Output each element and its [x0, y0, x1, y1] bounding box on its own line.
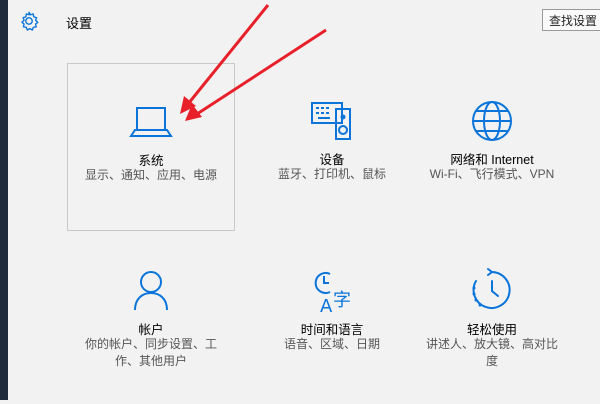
- svg-text:字: 字: [333, 290, 351, 311]
- tile-accounts-desc: 你的帐户、同步设置、工作、其他用户: [84, 337, 217, 368]
- devices-icon: [311, 102, 351, 140]
- tile-system[interactable]: 系统 显示、通知、应用、电源: [67, 63, 235, 231]
- tile-time-language[interactable]: A 字 时间和语言 语音、区域、日期: [248, 236, 416, 404]
- globe-icon: [472, 101, 512, 141]
- page-title: 设置: [66, 16, 93, 31]
- gear-icon: [21, 11, 39, 31]
- time-language-icon: A 字: [314, 272, 351, 314]
- ease-of-access-icon: [472, 268, 511, 309]
- tile-system-desc: 显示、通知、应用、电源: [84, 168, 217, 182]
- settings-header: 设置 查找设置: [8, 0, 600, 44]
- tile-time-language-desc: 语音、区域、日期: [283, 337, 380, 351]
- tile-ease-of-access-desc: 讲述人、放大镜、高对比度: [425, 337, 558, 368]
- person-icon: [134, 271, 168, 311]
- tile-network[interactable]: 网络和 Internet Wi-Fi、飞行模式、VPN: [408, 63, 576, 231]
- tile-devices-desc: 蓝牙、打印机、鼠标: [277, 167, 386, 181]
- tile-network-desc: Wi-Fi、飞行模式、VPN: [429, 167, 555, 181]
- tile-ease-of-access[interactable]: 轻松使用 讲述人、放大镜、高对比度: [408, 236, 576, 404]
- laptop-icon: [129, 107, 173, 137]
- window-left-edge: [0, 0, 8, 400]
- search-input[interactable]: 查找设置: [542, 9, 600, 31]
- svg-text:A: A: [320, 296, 333, 314]
- tile-devices[interactable]: 设备 蓝牙、打印机、鼠标: [248, 63, 416, 231]
- tile-accounts[interactable]: 帐户 你的帐户、同步设置、工作、其他用户: [67, 236, 235, 404]
